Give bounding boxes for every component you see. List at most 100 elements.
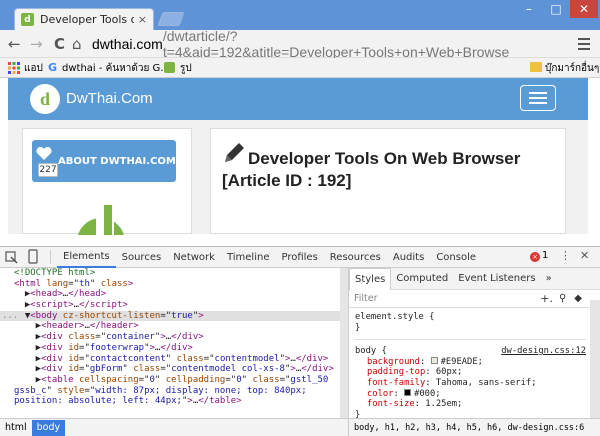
error-icon[interactable]: × [530, 252, 540, 262]
css-property-name: padding-top [367, 367, 426, 378]
folder-icon [530, 62, 542, 72]
inspect-icon[interactable] [0, 246, 22, 268]
dom-line[interactable]: gssb_c" style="width: 87px; display: non… [0, 386, 348, 397]
site-brand[interactable]: DwThai.Com [66, 90, 153, 107]
css-property[interactable]: color: #000; [355, 388, 600, 400]
dom-line[interactable]: ▶<div id="gbForm" class="contentmodel co… [0, 364, 348, 375]
article-title: Developer Tools On Web Browser [Article … [222, 149, 521, 190]
tab-close-icon[interactable]: × [138, 13, 147, 26]
apps-icon [8, 62, 20, 74]
bookmark-dwthai-search[interactable]: dwthai - ค้นหาด้วย G... [62, 61, 170, 76]
device-mode-icon[interactable] [22, 246, 44, 268]
address-bar[interactable]: dwthai.com/dwtarticle/?t=4&aid=192&atitl… [92, 28, 572, 60]
dom-line[interactable]: ▶<script>…</script> [0, 300, 348, 311]
style-rules: element.style { } body { dw-design.css:1… [349, 308, 600, 420]
tab-elements[interactable]: Elements [57, 246, 116, 268]
rule-close: } [355, 322, 361, 333]
dom-line[interactable]: <!DOCTYPE html> [0, 268, 348, 279]
tab-title: Developer Tools on Web B [40, 13, 134, 26]
dom-line[interactable]: ... ▼<body cz-shortcut-listen="true"> [0, 310, 348, 322]
css-property-name: color [367, 388, 394, 399]
dom-line[interactable]: position: absolute; left: 44px;">…</tabl… [0, 396, 348, 407]
css-property[interactable]: padding-top: 60px; [355, 367, 600, 378]
heart-icon [36, 147, 52, 160]
rule-properties: background: #E9EADE; padding-top: 60px; fo… [355, 356, 600, 410]
more-tabs-icon[interactable]: » [541, 268, 557, 290]
color-swatch-icon[interactable] [404, 388, 412, 396]
close-devtools-icon[interactable]: ✕ [580, 249, 589, 262]
dom-line[interactable]: ▶<table cellspacing="0" cellpadding="0" … [0, 375, 348, 386]
bookmark-images[interactable]: รูป [180, 61, 192, 76]
minimize-button[interactable]: – [516, 0, 542, 18]
dom-tree[interactable]: <!DOCTYPE html> <html lang="th" class> ▶<… [0, 268, 348, 418]
css-property-name: font-size [367, 399, 415, 410]
site-logo[interactable]: d [30, 84, 60, 114]
css-property[interactable]: background: #E9EADE; [355, 356, 600, 368]
tab-timeline[interactable]: Timeline [221, 246, 276, 268]
google-icon: G [48, 61, 58, 74]
image-icon [164, 62, 175, 73]
dom-scrollbar[interactable] [340, 268, 348, 418]
back-icon[interactable]: ← [8, 35, 21, 53]
selector-footer: body, h1, h2, h3, h4, h5, h6, dw-design.… [348, 418, 600, 436]
tab-event-listeners[interactable]: Event Listeners [453, 268, 540, 290]
tab-sources[interactable]: Sources [116, 246, 168, 268]
styles-pane: Styles Computed Event Listeners » Filter… [348, 267, 600, 420]
breadcrumb: html body [0, 418, 348, 436]
site-header: d DwThai.Com [8, 78, 588, 120]
css-property-name: font-family [367, 377, 426, 388]
tab-console[interactable]: Console [430, 246, 482, 268]
css-property-name: background [367, 356, 420, 367]
add-rule-icon[interactable]: +. [540, 292, 553, 305]
pin-icon[interactable]: ⚲ [559, 293, 566, 304]
forward-icon[interactable]: → [30, 35, 43, 53]
css-property-value[interactable]: 1.25em; [425, 399, 462, 409]
filter-placeholder: Filter [354, 293, 378, 304]
tab-profiles[interactable]: Profiles [275, 246, 323, 268]
favicon-icon: d [21, 13, 34, 26]
hamburger-menu-button[interactable] [520, 85, 556, 111]
rule-selector: body { [355, 346, 387, 357]
maximize-button[interactable]: □ [543, 0, 569, 18]
css-property-value[interactable]: #E9EADE; [441, 357, 483, 367]
tab-styles[interactable]: Styles [349, 267, 392, 290]
bookmark-apps[interactable]: แอป [24, 61, 43, 76]
element-style-rule: element.style { [355, 312, 435, 322]
dom-line[interactable]: ▶<head>…</head> [0, 289, 348, 300]
crumb-html[interactable]: html [0, 420, 32, 436]
tab-computed[interactable]: Computed [391, 268, 453, 290]
css-property[interactable]: font-size: 1.25em; [355, 399, 600, 410]
rule-source-link[interactable]: dw-design.css:12 [501, 346, 586, 357]
crumb-body[interactable]: body [31, 419, 66, 436]
styles-scrollbar[interactable] [590, 300, 600, 418]
url-path: /dwtarticle/?t=4&aid=192&atitle=Develope… [162, 28, 510, 60]
tab-audits[interactable]: Audits [387, 246, 430, 268]
sidebar-logo-icon [78, 205, 124, 235]
dom-line[interactable]: ▶<div class="container">…</div> [0, 332, 348, 343]
about-label: ABOUT DWTHAI.COM [58, 155, 176, 167]
dom-line[interactable]: ▶<div id="contactcontent" class="content… [0, 354, 348, 365]
dom-line[interactable]: <html lang="th" class> [0, 279, 348, 290]
tab-network[interactable]: Network [167, 246, 221, 268]
css-property[interactable]: font-family: Tahoma, sans-serif; [355, 378, 600, 389]
palette-icon[interactable]: ◆ [574, 293, 582, 304]
close-window-button[interactable]: ✕ [570, 0, 598, 18]
css-property-value[interactable]: Tahoma, sans-serif; [436, 378, 537, 388]
home-icon[interactable]: ⌂ [72, 35, 82, 53]
color-swatch-icon[interactable] [430, 356, 438, 364]
about-count-badge: 227 [38, 163, 58, 177]
other-bookmarks[interactable]: บุ๊กมาร์กอื่นๆ [545, 61, 599, 76]
url-host: dwthai.com [92, 36, 163, 52]
css-property-value[interactable]: #000; [414, 389, 440, 399]
error-count: 1 [542, 250, 549, 261]
reload-icon[interactable]: C [54, 35, 65, 53]
styles-filter-input[interactable]: Filter +. ⚲ ◆ [349, 290, 600, 308]
browser-tab[interactable]: d Developer Tools on Web B × [14, 8, 154, 30]
tab-resources[interactable]: Resources [324, 246, 387, 268]
dom-line[interactable]: ▶<div id="footerwrap">…</div> [0, 343, 348, 354]
menu-icon[interactable] [578, 37, 590, 51]
dom-line[interactable]: ▶<header>…</header> [0, 321, 348, 332]
css-property-value[interactable]: 60px; [436, 367, 462, 377]
devtools-toolbar: Elements Sources Network Timeline Profil… [0, 246, 600, 268]
settings-menu-icon[interactable]: ⋮ [560, 249, 571, 262]
